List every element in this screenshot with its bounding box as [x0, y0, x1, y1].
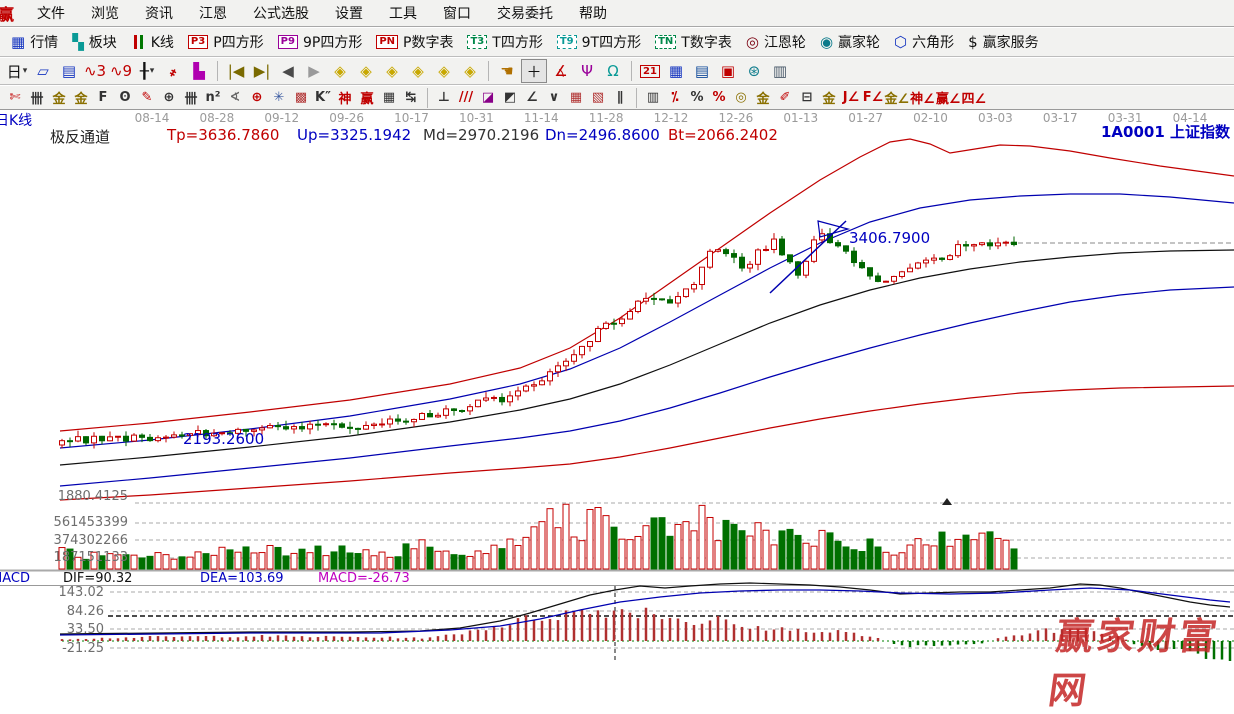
- annotation-low-price: 2193.2600: [183, 430, 264, 448]
- macd-dif-value: DIF=90.32: [63, 571, 132, 586]
- legend-bt: Bt=2066.2402: [668, 126, 778, 144]
- volume-axis-label: 374302266: [0, 533, 128, 548]
- date-tick: 11-14: [524, 111, 559, 125]
- volume-axis-label: 187151133: [0, 550, 128, 565]
- price-chart-canvas[interactable]: [0, 0, 1234, 661]
- date-tick: 10-17: [394, 111, 429, 125]
- date-tick: 03-17: [1043, 111, 1078, 125]
- date-tick: 02-10: [913, 111, 948, 125]
- indicator-name: 极反通道: [50, 126, 110, 147]
- date-tick: 03-03: [978, 111, 1013, 125]
- symbol-label: 1A0001 上证指数: [1101, 121, 1230, 142]
- volume-axis-label: 561453399: [0, 515, 128, 530]
- date-tick: 12-12: [654, 111, 689, 125]
- macd-axis-label: -21.25: [0, 641, 104, 656]
- legend-dn: Dn=2496.8600: [545, 126, 660, 144]
- date-tick: 12-26: [718, 111, 753, 125]
- date-tick: 01-27: [848, 111, 883, 125]
- date-tick: 09-26: [329, 111, 364, 125]
- macd-dea-value: DEA=103.69: [200, 571, 284, 586]
- legend-md: Md=2970.2196: [423, 126, 539, 144]
- date-tick: 10-31: [459, 111, 494, 125]
- price-axis-label: 1880.4125: [0, 489, 128, 504]
- date-tick: 09-12: [264, 111, 299, 125]
- macd-axis-label: 33.50: [0, 622, 104, 637]
- legend-tp: Tp=3636.7860: [167, 126, 279, 144]
- macd-axis-label: 84.26: [0, 604, 104, 619]
- annotation-high-price: 3406.7900: [849, 229, 930, 247]
- date-tick: 11-28: [589, 111, 624, 125]
- date-tick: 08-14: [135, 111, 170, 125]
- legend-up: Up=3325.1942: [297, 126, 411, 144]
- macd-title: MACD: [0, 571, 30, 586]
- date-tick: 01-13: [783, 111, 818, 125]
- watermark: 赢家财富网: [1045, 606, 1234, 714]
- date-tick: 08-28: [199, 111, 234, 125]
- macd-axis-label: 143.02: [0, 585, 104, 600]
- app-window: { "menu": { "logo": "赢", "items": [ {"na…: [0, 0, 1234, 661]
- macd-macd-value: MACD=-26.73: [318, 571, 410, 586]
- period-label: 日K线: [0, 110, 32, 130]
